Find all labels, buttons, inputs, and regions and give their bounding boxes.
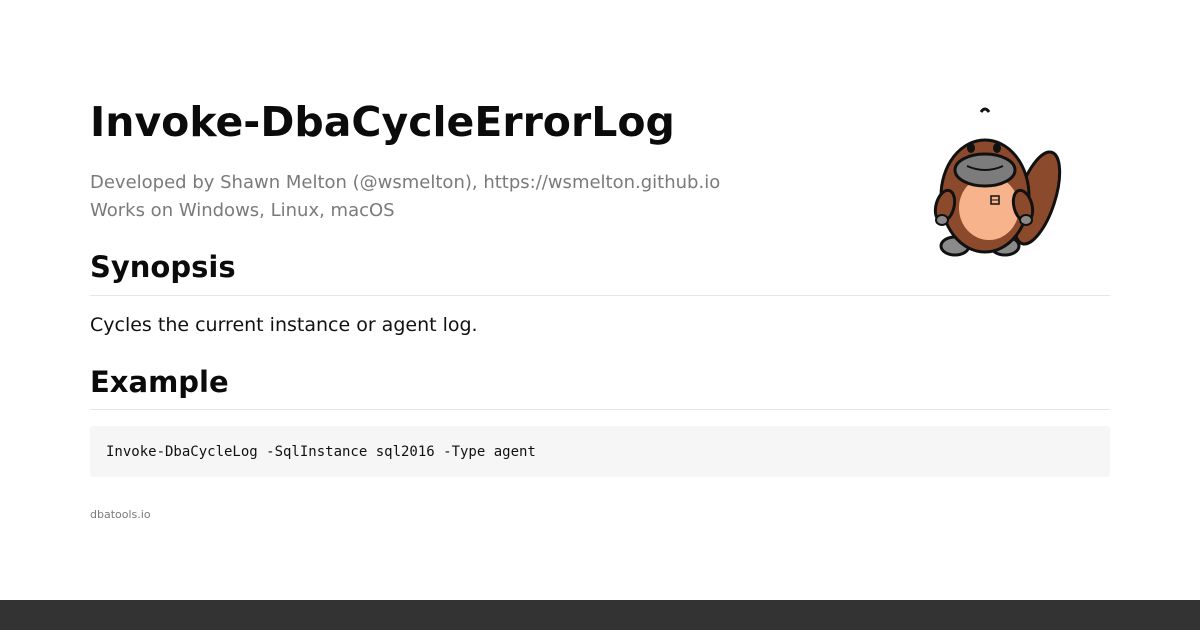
page-content: Invoke-DbaCycleErrorLog Developed by Sha… [90,0,1110,600]
synopsis-divider [90,295,1110,296]
example-divider [90,409,1110,410]
developer-credit: Developed by Shawn Melton (@wsmelton), h… [90,172,721,193]
page-title: Invoke-DbaCycleErrorLog [90,98,675,146]
synopsis-text: Cycles the current instance or agent log… [90,314,478,336]
footer-bar [0,600,1200,630]
platypus-mascot-icon [933,107,1062,257]
example-code: Invoke-DbaCycleLog -SqlInstance sql2016 … [106,443,536,460]
site-label: dbatools.io [90,508,151,521]
example-heading: Example [90,365,229,399]
platform-support: Works on Windows, Linux, macOS [90,200,395,221]
example-code-block: Invoke-DbaCycleLog -SqlInstance sql2016 … [90,426,1110,477]
